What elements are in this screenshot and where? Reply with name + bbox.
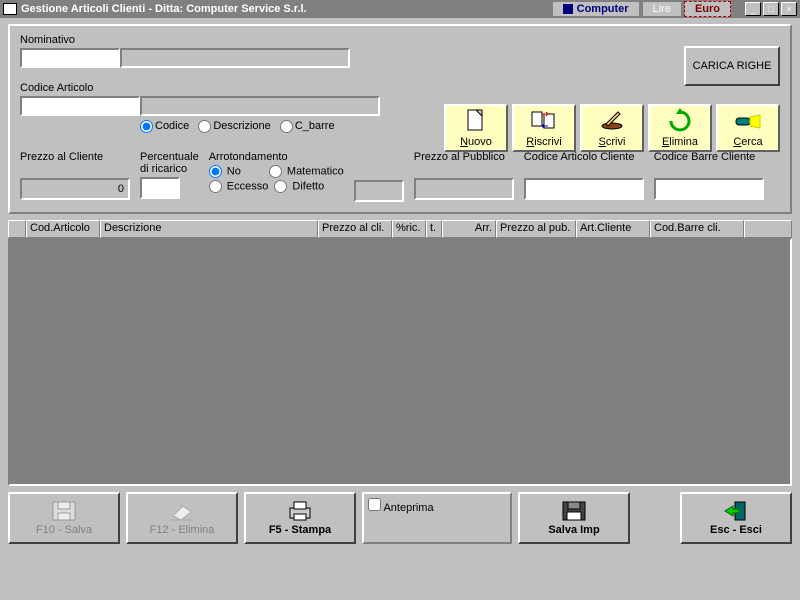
bottom-toolbar: F10 - Salva F12 - Elimina F5 - Stampa An…: [8, 492, 792, 546]
rewrite-icon: [530, 108, 558, 134]
percentuale-label: Percentuale di ricarico: [140, 151, 199, 175]
arrot-difetto[interactable]: Difetto: [274, 180, 324, 193]
grid-header-percric[interactable]: %ric.: [392, 220, 426, 238]
minimize-button[interactable]: _: [745, 2, 761, 16]
prezzo-pubblico-value: [414, 178, 514, 200]
prezzo-cliente-value: 0: [20, 178, 130, 200]
recycle-icon: [666, 108, 694, 134]
grid-header-t[interactable]: t.: [426, 220, 442, 238]
scrivi-button[interactable]: Scrivi: [580, 104, 644, 152]
f10-salva-button[interactable]: F10 - Salva: [8, 492, 120, 544]
eraser-icon: [167, 500, 197, 522]
grid-header-codbarrecli[interactable]: Cod.Barre cli.: [650, 220, 744, 238]
anteprima-panel: Anteprima: [362, 492, 512, 544]
exit-door-icon: [721, 500, 751, 522]
grid-header-descrizione[interactable]: Descrizione: [100, 220, 318, 238]
floppy-save-icon: [49, 500, 79, 522]
arrot-matematico[interactable]: Matematico: [269, 165, 344, 178]
tab-euro[interactable]: Euro: [684, 1, 731, 17]
top-panel: Nominativo CARICA RIGHE Codice Articolo: [8, 24, 792, 214]
riscrivi-button[interactable]: Riscrivi: [512, 104, 576, 152]
window-title: Gestione Articoli Clienti - Ditta: Compu…: [21, 3, 307, 15]
cod-articolo-cliente-label: Codice Articolo Cliente: [524, 151, 644, 163]
tab-lire[interactable]: Lire: [642, 1, 682, 17]
carica-righe-button[interactable]: CARICA RIGHE: [684, 46, 780, 86]
salva-imp-button[interactable]: Salva Imp: [518, 492, 630, 544]
elimina-button[interactable]: Elimina: [648, 104, 712, 152]
grid-header-prezzocli[interactable]: Prezzo al cli.: [318, 220, 392, 238]
cod-articolo-cliente-input-wrap: [524, 178, 644, 200]
radio-cbarre[interactable]: C_barre: [280, 120, 335, 132]
arrot-no[interactable]: No: [209, 165, 241, 178]
arrot-eccesso[interactable]: Eccesso: [209, 180, 269, 193]
nominativo-name-display: [120, 48, 350, 68]
new-document-icon: [462, 108, 490, 134]
cod-barre-cliente-label: Codice Barre Cliente: [654, 151, 764, 163]
f12-elimina-button[interactable]: F12 - Elimina: [126, 492, 238, 544]
grid-header-codarticolo[interactable]: Cod.Articolo: [26, 220, 100, 238]
codice-articolo-label: Codice Articolo: [20, 82, 780, 94]
titlebar: Gestione Articoli Clienti - Ditta: Compu…: [0, 0, 800, 18]
close-button[interactable]: ×: [781, 2, 797, 16]
prezzo-pubblico-label: Prezzo al Pubblico: [414, 151, 514, 163]
anteprima-checkbox[interactable]: Anteprima: [368, 502, 434, 514]
codice-articolo-code-input[interactable]: [22, 98, 138, 114]
nominativo-label: Nominativo: [20, 34, 780, 46]
floppy-disk-icon: [559, 500, 589, 522]
arrotondamento-label: Arrotondamento: [209, 151, 344, 163]
action-toolbar: Nuovo Riscrivi Scrivi Elimina Cerca: [444, 104, 780, 152]
esc-esci-button[interactable]: Esc - Esci: [680, 492, 792, 544]
cod-barre-cliente-input-wrap: [654, 178, 764, 200]
cod-articolo-cliente-input[interactable]: [526, 180, 642, 198]
grid-header-arr[interactable]: Arr.: [442, 220, 496, 238]
radio-codice[interactable]: Codice: [140, 120, 189, 132]
radio-descrizione[interactable]: Descrizione: [198, 120, 270, 132]
percentuale-input[interactable]: [142, 179, 178, 197]
nuovo-button[interactable]: Nuovo: [444, 104, 508, 152]
f5-stampa-button[interactable]: F5 - Stampa: [244, 492, 356, 544]
grid-header-spacer: [744, 220, 792, 238]
window-body: Nominativo CARICA RIGHE Codice Articolo: [0, 18, 800, 600]
tab-computer[interactable]: Computer: [552, 1, 640, 17]
grid-header-artcliente[interactable]: Art.Cliente: [576, 220, 650, 238]
cod-barre-cliente-input[interactable]: [656, 180, 762, 198]
codice-articolo-code-input-wrap: [20, 96, 140, 116]
arrot-value-display: [354, 180, 404, 202]
nominativo-code-input-wrap: [20, 48, 120, 68]
printer-icon: [285, 500, 315, 522]
maximize-button[interactable]: □: [763, 2, 779, 16]
write-icon: [598, 108, 626, 134]
cerca-button[interactable]: Cerca: [716, 104, 780, 152]
percentuale-input-wrap: [140, 177, 180, 199]
grid-body[interactable]: [8, 238, 792, 486]
grid-header-rowselector[interactable]: [8, 220, 26, 238]
grid-header-row: Cod.Articolo Descrizione Prezzo al cli. …: [8, 220, 792, 238]
system-menu-icon[interactable]: [3, 3, 17, 15]
prezzo-cliente-label: Prezzo al Cliente: [20, 151, 130, 163]
flashlight-icon: [734, 108, 762, 134]
grid-header-prezzopub[interactable]: Prezzo al pub.: [496, 220, 576, 238]
data-grid: Cod.Articolo Descrizione Prezzo al cli. …: [8, 220, 792, 486]
codice-articolo-desc-display: [140, 96, 380, 116]
pricing-fields: Prezzo al Cliente 0 Percentuale di ricar…: [20, 151, 780, 202]
nominativo-code-input[interactable]: [22, 50, 118, 66]
